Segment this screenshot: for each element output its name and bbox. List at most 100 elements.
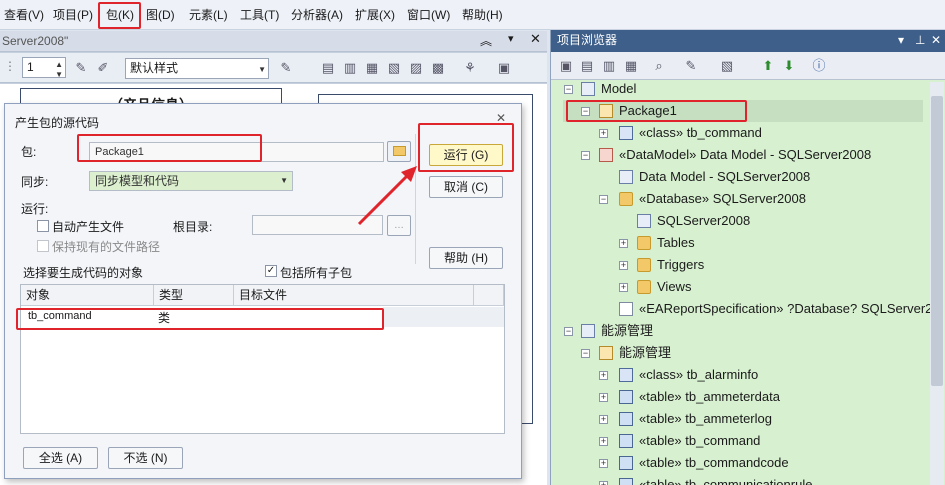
folder-icon[interactable] xyxy=(387,141,411,162)
tree-item[interactable]: + «table» tb_communicationrule xyxy=(563,474,923,485)
annotation-arrow xyxy=(357,166,417,226)
close-icon[interactable]: ✕ xyxy=(931,30,941,51)
tree-item[interactable]: + Triggers xyxy=(563,254,923,276)
scrollbar-thumb[interactable] xyxy=(931,96,943,386)
move-down-icon[interactable]: ⬇ xyxy=(781,58,797,74)
folder-icon xyxy=(637,258,651,272)
menu-window[interactable]: 窗口(W) xyxy=(407,6,450,23)
pin-icon[interactable]: ⊥ xyxy=(915,30,925,51)
same-width-icon[interactable]: ▧ xyxy=(386,60,402,76)
column-object[interactable]: 对象 xyxy=(21,285,154,306)
close-icon[interactable]: ✕ xyxy=(530,31,541,47)
format-painter-icon[interactable]: ✎ xyxy=(278,60,294,76)
model-icon xyxy=(581,82,595,96)
brush-icon[interactable]: ✎ xyxy=(73,60,89,76)
spin-down-icon[interactable]: ▼ xyxy=(55,65,63,84)
menu-analyzer[interactable]: 分析器(A) xyxy=(291,6,343,23)
package-label: 包: xyxy=(21,145,37,159)
tree-item[interactable]: + «class» tb_alarminfo xyxy=(563,364,923,386)
class-icon xyxy=(619,126,633,140)
include-children-checkbox[interactable]: ✓ xyxy=(265,265,277,277)
toolbar-grip-icon: ⋮ xyxy=(4,59,16,73)
save-image-icon[interactable]: ▣ xyxy=(496,60,512,76)
menu-bar: 查看(V) 项目(P) 包(K) 图(D) 元素(L) 工具(T) 分析器(A)… xyxy=(0,0,945,30)
tree-item[interactable]: SQLServer2008 xyxy=(563,210,923,232)
row-highlight xyxy=(16,308,384,330)
tree-item[interactable]: − «Database» SQLServer2008 xyxy=(563,188,923,210)
align-top-icon[interactable]: ▦ xyxy=(364,60,380,76)
folder-icon xyxy=(619,192,633,206)
pen-icon[interactable]: ✐ xyxy=(95,60,111,76)
column-extra xyxy=(474,285,504,306)
sync-select[interactable]: 同步模型和代码 ▼ xyxy=(89,171,293,191)
tree-item[interactable]: − 能源管理 xyxy=(563,342,923,364)
same-height-icon[interactable]: ▨ xyxy=(408,60,424,76)
project-browser-title: 项目浏览器 xyxy=(557,33,618,47)
same-size-icon[interactable]: ▩ xyxy=(430,60,446,76)
new-element-icon[interactable]: ▦ xyxy=(623,58,639,74)
row-target xyxy=(383,307,504,327)
dropdown-icon[interactable]: ▾ xyxy=(898,30,904,51)
style-combo[interactable]: 默认样式 ▼ xyxy=(125,58,269,79)
tree-item[interactable]: «EAReportSpecification» ?Database? SQLSe… xyxy=(563,298,930,320)
menu-package-highlight xyxy=(98,2,141,29)
column-type[interactable]: 类型 xyxy=(154,285,234,306)
package-icon xyxy=(599,346,613,360)
auto-generate-checkbox[interactable] xyxy=(37,220,49,232)
help-button[interactable]: 帮助 (H) xyxy=(429,247,503,269)
new-model-icon[interactable]: ▣ xyxy=(558,58,574,74)
dropdown-icon[interactable]: ▾ xyxy=(508,32,514,45)
run-highlight xyxy=(418,123,514,172)
datamodel-icon xyxy=(599,148,613,162)
move-up-icon[interactable]: ⬆ xyxy=(760,58,776,74)
layout-icon[interactable]: ⚘ xyxy=(462,60,478,76)
collapse-icon[interactable]: ︽ xyxy=(480,32,492,49)
tree-item[interactable]: − «DataModel» Data Model - SQLServer2008 xyxy=(563,144,923,166)
browser-toolbar: ▣ ▤ ▥ ▦ ⌕ ✎ ▧ ⬆ ⬇ ⓘ xyxy=(551,52,945,80)
document-icon[interactable]: ✎ xyxy=(683,58,699,74)
project-browser-titlebar: 项目浏览器 ▾ ⊥ ✕ xyxy=(551,30,945,52)
new-package-icon[interactable]: ▤ xyxy=(579,58,595,74)
tree-item[interactable]: + «table» tb_ammeterdata xyxy=(563,386,923,408)
tree-item[interactable]: + Tables xyxy=(563,232,923,254)
menu-diagram[interactable]: 图(D) xyxy=(146,6,175,23)
document-title: Server2008" xyxy=(2,34,69,48)
tree-item[interactable]: + «table» tb_command xyxy=(563,430,923,452)
align-left-icon[interactable]: ▤ xyxy=(320,60,336,76)
objects-table: 对象 类型 目标文件 tb_command 类 xyxy=(20,284,505,434)
select-all-button[interactable]: 全选 (A) xyxy=(23,447,98,469)
dialog-title: 产生包的源代码 xyxy=(15,116,100,130)
cancel-button[interactable]: 取消 (C) xyxy=(429,176,503,198)
menu-help[interactable]: 帮助(H) xyxy=(462,6,503,23)
keep-paths-checkbox[interactable] xyxy=(37,240,49,252)
class-icon xyxy=(619,368,633,382)
menu-view[interactable]: 查看(V) xyxy=(4,6,44,23)
menu-element[interactable]: 元素(L) xyxy=(189,6,228,23)
package-ops-icon[interactable]: ▧ xyxy=(719,58,735,74)
help-icon[interactable]: ⓘ xyxy=(811,58,827,74)
run-section-label: 运行: xyxy=(21,202,49,216)
root-dir-label: 根目录: xyxy=(173,220,213,234)
column-target[interactable]: 目标文件 xyxy=(234,285,474,306)
zoom-spinner[interactable]: 1 ▲ ▼ xyxy=(22,57,66,79)
document-tab[interactable]: Server2008" ︽ ▾ ✕ xyxy=(0,31,547,52)
model-icon xyxy=(581,324,595,338)
menu-project[interactable]: 项目(P) xyxy=(53,6,93,23)
tree-item[interactable]: + «table» tb_ammeterlog xyxy=(563,408,923,430)
tree-item[interactable]: − Model xyxy=(563,78,923,100)
select-objects-label: 选择要生成代码的对象 xyxy=(23,266,144,280)
menu-tools[interactable]: 工具(T) xyxy=(240,6,279,23)
align-center-icon[interactable]: ▥ xyxy=(342,60,358,76)
new-diagram-icon[interactable]: ▥ xyxy=(601,58,617,74)
menu-extensions[interactable]: 扩展(X) xyxy=(355,6,395,23)
include-children-label: 包括所有子包 xyxy=(280,266,353,280)
tree-item[interactable]: + «class» tb_command xyxy=(563,122,923,144)
tree-item[interactable]: Data Model - SQLServer2008 xyxy=(563,166,923,188)
package1-highlight xyxy=(566,100,747,122)
tree-item[interactable]: + «table» tb_commandcode xyxy=(563,452,923,474)
diagram-icon xyxy=(619,170,633,184)
select-none-button[interactable]: 不选 (N) xyxy=(108,447,183,469)
find-icon[interactable]: ⌕ xyxy=(651,58,667,74)
tree-item[interactable]: − 能源管理 xyxy=(563,320,923,342)
tree-item[interactable]: + Views xyxy=(563,276,923,298)
